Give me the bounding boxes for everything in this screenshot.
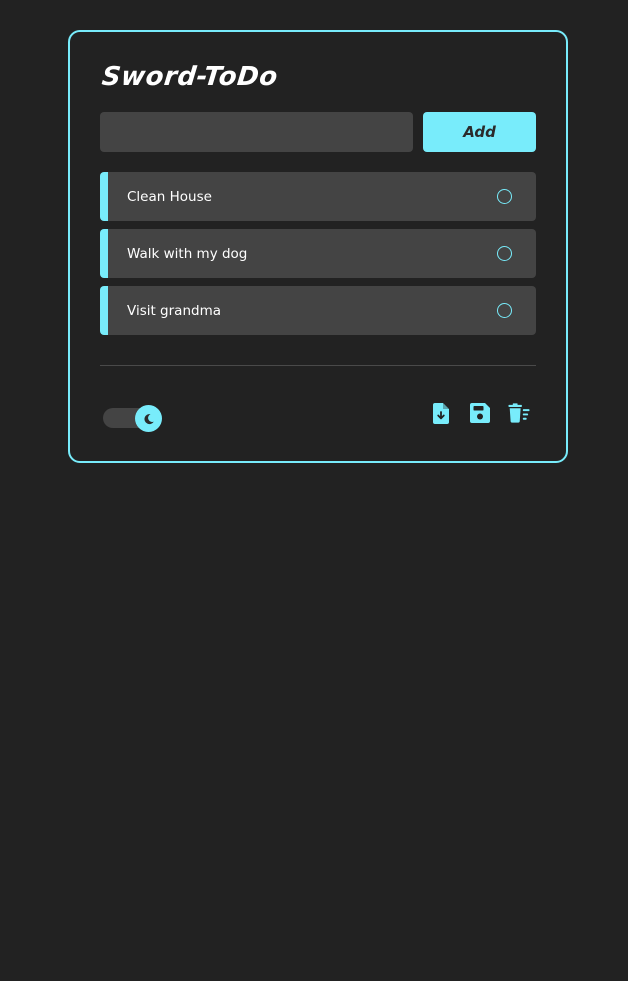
todo-item[interactable]: Clean House [100,172,536,221]
toolbar [430,402,530,424]
download-button[interactable] [430,402,452,424]
theme-toggle[interactable] [103,404,163,432]
save-icon [470,403,490,423]
todo-text: Walk with my dog [127,245,248,262]
complete-circle-icon[interactable] [497,245,512,261]
trash-list-icon [508,403,530,423]
app-title: Sword-ToDo [100,62,280,92]
todo-text: Clean House [127,188,212,205]
todo-list: Clean House Walk with my dog Visit grand… [100,172,536,343]
todo-item[interactable]: Visit grandma [100,286,536,335]
divider [100,365,536,366]
file-download-icon [433,402,449,424]
add-button[interactable]: Add [423,112,536,152]
todo-input[interactable] [100,112,413,152]
clear-all-button[interactable] [508,402,530,424]
complete-circle-icon[interactable] [497,188,512,204]
complete-circle-icon[interactable] [497,302,512,318]
todo-text: Visit grandma [127,302,221,319]
todo-card: Sword-ToDo Add Clean House Walk with my … [68,30,568,463]
toggle-knob [135,405,162,432]
moon-icon [143,413,154,424]
todo-item[interactable]: Walk with my dog [100,229,536,278]
save-button[interactable] [469,402,491,424]
